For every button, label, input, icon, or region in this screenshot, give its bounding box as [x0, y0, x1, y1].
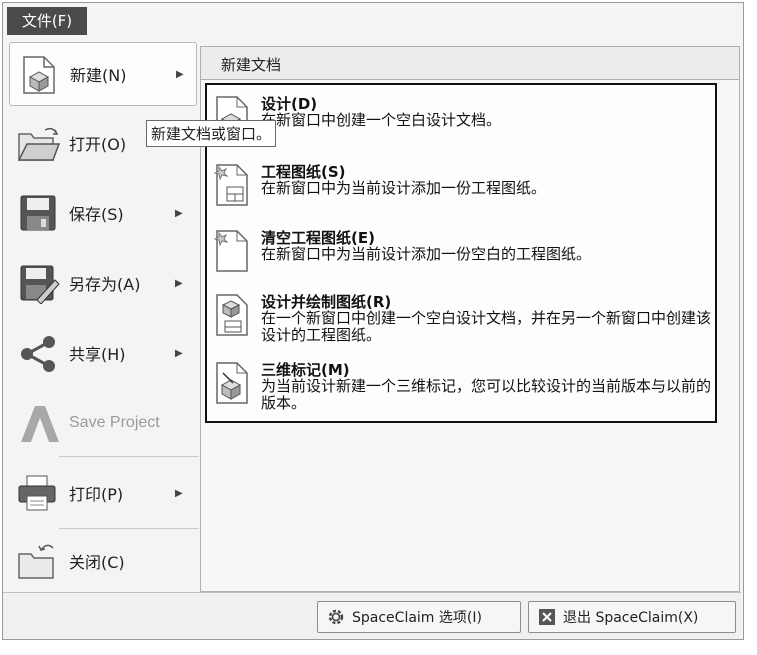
new-submenu-title: 新建文档: [221, 56, 282, 74]
option-drawing-sheet[interactable]: 工程图纸(S) 在新窗口中为当前设计添加一份工程图纸。: [207, 161, 715, 217]
menu-item-print[interactable]: 打印(P) ▶: [9, 462, 195, 524]
design-and-drawing-icon: [216, 294, 248, 336]
exit-button-label: 退出 SpaceClaim(X): [563, 610, 699, 626]
background-edge: [745, 0, 757, 655]
menu-item-open-label: 打开(O): [69, 135, 127, 154]
file-menu-footer: SpaceClaim 选项(I) 退出 SpaceClaim(X): [3, 592, 741, 639]
option-design-and-drawing[interactable]: 设计并绘制图纸(R) 在一个新窗口中创建一个空白设计文档，并在另一个新窗口中创建…: [207, 291, 715, 361]
menu-item-save-project-label: Save Project: [69, 414, 160, 431]
option-blank-sheet[interactable]: 清空工程图纸(E) 在新窗口中为当前设计添加一份空白的工程图纸。: [207, 227, 715, 283]
menu-separator: [59, 528, 199, 529]
new-design-icon: [23, 56, 55, 94]
menu-item-save[interactable]: 保存(S) ▶: [9, 182, 195, 244]
new-submenu-panel: 新建文档 设计(D) 在新窗口中创建一个空白设计文档。 工程图纸(S) 在新窗口…: [200, 46, 740, 592]
option-description: 为当前设计新建一个三维标记，您可以比较设计的当前版本与以前的版本。: [261, 377, 712, 412]
save-as-icon: [20, 265, 60, 304]
option-description: 在新窗口中创建一个空白设计文档。: [261, 111, 502, 129]
3d-markup-icon: [216, 362, 248, 404]
submenu-arrow-icon: ▶: [175, 207, 183, 219]
menu-item-share-label: 共享(H): [69, 345, 126, 364]
exit-spaceclaim-button[interactable]: 退出 SpaceClaim(X): [528, 601, 736, 633]
submenu-arrow-icon: ▶: [175, 487, 183, 499]
share-icon: [21, 336, 55, 372]
drawing-sheet-icon: [213, 164, 248, 206]
new-options-list: 设计(D) 在新窗口中创建一个空白设计文档。 工程图纸(S) 在新窗口中为当前设…: [205, 83, 717, 423]
option-description: 在一个新窗口中创建一个空白设计文档，并在另一个新窗口中创建该设计的工程图纸。: [261, 309, 712, 344]
ansys-logo-icon: [21, 406, 59, 442]
option-description: 在新窗口中为当前设计添加一份空白的工程图纸。: [261, 245, 592, 263]
gear-icon: [328, 609, 344, 625]
tooltip: 新建文档或窗口。: [146, 120, 277, 147]
menu-item-save-as[interactable]: 另存为(A) ▶: [9, 252, 195, 314]
printer-icon: [18, 475, 56, 511]
menu-item-close[interactable]: 关闭(C): [9, 530, 195, 592]
menu-item-save-project[interactable]: Save Project: [9, 392, 195, 454]
submenu-arrow-icon: ▶: [176, 68, 184, 80]
submenu-arrow-icon: ▶: [175, 277, 183, 289]
option-3d-markup[interactable]: 三维标记(M) 为当前设计新建一个三维标记，您可以比较设计的当前版本与以前的版本…: [207, 359, 715, 419]
close-folder-icon: [18, 544, 54, 579]
menu-item-close-label: 关闭(C): [69, 553, 125, 572]
menu-item-print-label: 打印(P): [69, 485, 124, 504]
menu-item-new-label: 新建(N): [70, 66, 127, 85]
option-description: 在新窗口中为当前设计添加一份工程图纸。: [261, 179, 547, 197]
open-folder-icon: [17, 127, 61, 161]
menu-item-save-as-label: 另存为(A): [69, 275, 141, 294]
menu-item-save-label: 保存(S): [69, 205, 124, 224]
new-submenu-header: 新建文档: [201, 47, 739, 80]
options-button-label: SpaceClaim 选项(I): [352, 610, 482, 626]
option-new-design[interactable]: 设计(D) 在新窗口中创建一个空白设计文档。: [207, 93, 715, 149]
blank-sheet-icon: [213, 230, 248, 272]
menu-item-share[interactable]: 共享(H) ▶: [9, 322, 195, 384]
submenu-arrow-icon: ▶: [175, 347, 183, 359]
menu-separator: [59, 456, 199, 457]
save-disk-icon: [20, 195, 56, 231]
file-menu-tab[interactable]: 文件(F): [7, 7, 87, 35]
exit-icon: [539, 609, 555, 625]
menu-item-new[interactable]: 新建(N) ▶: [9, 42, 197, 106]
spaceclaim-options-button[interactable]: SpaceClaim 选项(I): [317, 601, 521, 633]
